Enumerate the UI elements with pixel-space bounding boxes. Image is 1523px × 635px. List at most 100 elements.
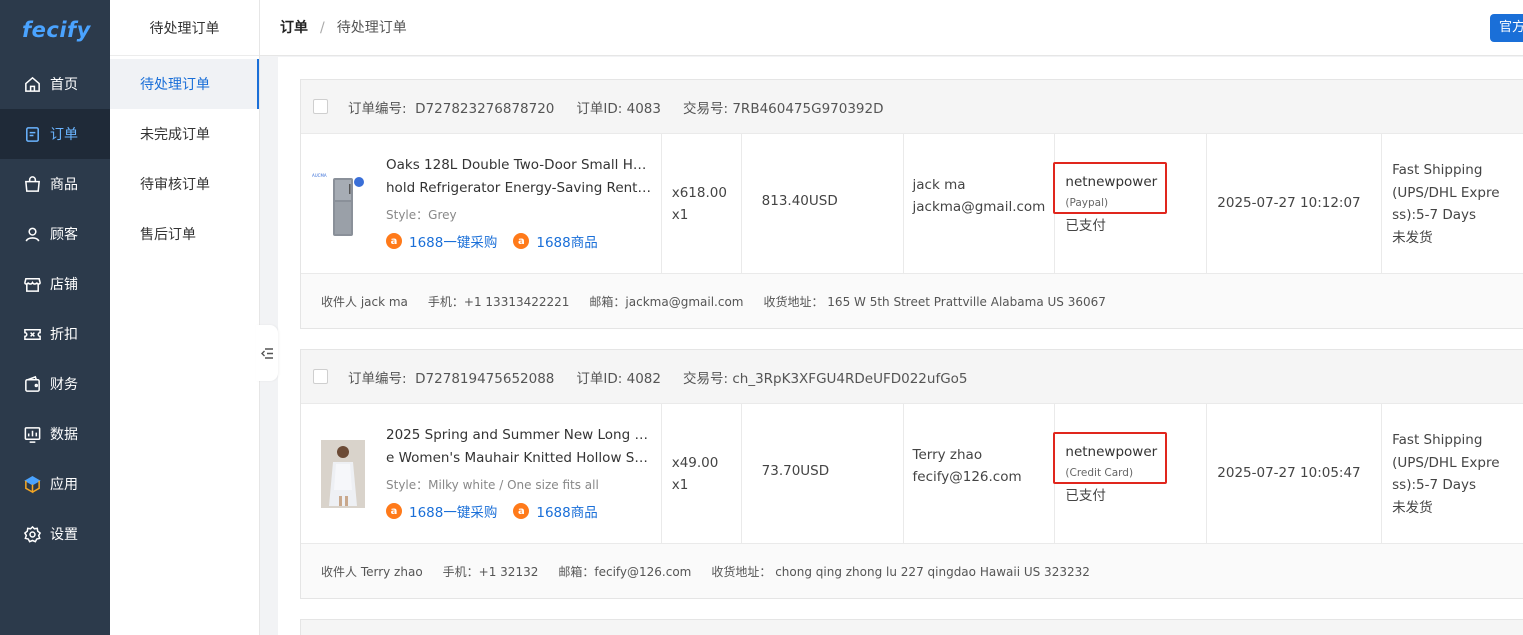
sidebar-item-label: 顾客 <box>50 227 78 243</box>
shipping-method: ss):5-7 Days <box>1392 477 1477 493</box>
submenu-title: 待处理订单 <box>110 0 259 56</box>
sidebar-item-label: 设置 <box>50 527 78 543</box>
breadcrumb-pending: 待处理订单 <box>336 20 407 36</box>
order-card: 订单编号: D727823276878720 订单ID: 4083 交易号: 7… <box>300 79 1523 329</box>
shipping-status: 未发货 <box>1392 499 1433 516</box>
sidebar-item-label: 财务 <box>50 377 78 393</box>
product-thumbnail[interactable]: AUCMA <box>311 170 366 238</box>
top-header: 订单 / 待处理订单 官方 <box>260 0 1523 56</box>
quantity: x1 <box>671 477 689 493</box>
product-thumbnail[interactable] <box>311 440 366 508</box>
product-links: a 1688一键采购 a 1688商品 <box>386 501 614 521</box>
order-number: 订单编号: D727823276878720 <box>348 100 555 117</box>
product-title[interactable]: 2025 Spring and Summer New Long Blous e W… <box>386 424 654 470</box>
sidebar-item-label: 订单 <box>50 127 78 143</box>
order-amount: 73.70USD <box>761 463 830 479</box>
submenu-item-pending[interactable]: 待处理订单 <box>110 59 259 109</box>
sidebar-item-products[interactable]: 商品 <box>0 159 110 209</box>
amount-cell: 73.70USD <box>742 404 904 543</box>
order-checkbox[interactable] <box>313 99 328 114</box>
amount-cell: 813.40USD <box>742 134 904 273</box>
payment-method: (Credit Card) <box>1065 467 1134 479</box>
sidebar-item-label: 应用 <box>50 477 78 493</box>
payment-cell: netnewpower (Credit Card) 已支付 <box>1053 404 1208 543</box>
sidebar-item-discount[interactable]: 折扣 <box>0 309 110 359</box>
sidebar-item-customers[interactable]: 顾客 <box>0 209 110 259</box>
submenu-item-review[interactable]: 待审核订单 <box>110 159 259 209</box>
order-icon <box>22 124 42 144</box>
price-qty-cell: x618.00 x1 <box>662 134 742 273</box>
goods-1688-link[interactable]: a 1688商品 <box>513 501 598 521</box>
alibaba-icon: a <box>386 503 402 519</box>
alibaba-icon: a <box>513 503 530 519</box>
shipping-cell: Fast Shipping (UPS/DHL Expre ss):5-7 Day… <box>1382 404 1523 543</box>
sidebar-item-data[interactable]: 数据 <box>0 409 110 459</box>
submenu-item-incomplete[interactable]: 未完成订单 <box>110 109 259 159</box>
product-title[interactable]: Oaks 128L Double Two-Door Small House hol… <box>386 154 654 200</box>
order-header: 订单编号: D727823276878720 订单ID: 4083 交易号: 7… <box>301 80 1523 134</box>
sidebar-item-label: 数据 <box>50 427 78 443</box>
svg-text:AUCMA: AUCMA <box>312 173 327 178</box>
receiver-name: 收件人 jack ma <box>321 294 408 309</box>
chart-icon <box>22 424 42 444</box>
sidebar-item-orders[interactable]: 订单 <box>0 109 110 159</box>
receiver-email: 邮箱：jackma@gmail.com <box>589 294 744 309</box>
sidebar-item-finance[interactable]: 财务 <box>0 359 110 409</box>
cube-icon <box>22 474 42 494</box>
customer-name: Terry zhao <box>912 447 983 463</box>
shipping-method: Fast Shipping <box>1392 432 1483 448</box>
user-icon <box>22 224 42 244</box>
payment-account: netnewpower <box>1065 174 1158 190</box>
main-sidebar: fecify 首页 订单 商品 顾客 店铺 折扣 财务 数据 应用 设置 <box>0 0 110 635</box>
sidebar-item-settings[interactable]: 设置 <box>0 509 110 559</box>
official-button[interactable]: 官方 <box>1490 14 1523 42</box>
order-number: 订单编号: D727819475652088 <box>348 370 555 387</box>
order-checkbox[interactable] <box>313 369 328 384</box>
collapse-sidebar-button[interactable] <box>256 325 278 381</box>
payment-cell: netnewpower (Paypal) 已支付 <box>1053 134 1208 273</box>
order-row: AUCMA Oaks 128L Double Two-Door Small Ho… <box>301 134 1523 274</box>
purchase-1688-link[interactable]: a 1688一键采购 <box>386 231 497 251</box>
order-id: 订单ID: 4082 <box>576 370 661 387</box>
breadcrumb: 订单 / 待处理订单 <box>280 17 407 37</box>
shipping-method: (UPS/DHL Expre <box>1392 184 1500 201</box>
order-submenu: 待处理订单 待处理订单 未完成订单 待审核订单 售后订单 <box>110 0 260 635</box>
order-list: 订单编号: D727823276878720 订单ID: 4083 交易号: 7… <box>278 57 1523 635</box>
order-id: 订单ID: 4083 <box>576 100 661 117</box>
sidebar-item-label: 商品 <box>50 177 78 193</box>
wallet-icon <box>22 374 42 394</box>
receiver-address: 收货地址： 165 W 5th Street Prattville Alabam… <box>763 294 1106 309</box>
sidebar-item-label: 店铺 <box>50 277 78 293</box>
customer-email: jackma@gmail.com <box>912 199 1046 215</box>
collapse-icon <box>260 347 273 359</box>
price-qty-cell: x49.00 x1 <box>662 404 742 543</box>
order-card <box>300 619 1523 635</box>
receiver-phone: 手机：+1 32132 <box>442 564 539 579</box>
sidebar-item-home[interactable]: 首页 <box>0 59 110 109</box>
order-time: 2025-07-27 10:05:47 <box>1217 465 1361 481</box>
customer-email: fecify@126.com <box>912 469 1022 485</box>
sidebar-item-apps[interactable]: 应用 <box>0 459 110 509</box>
shipping-status: 未发货 <box>1392 229 1433 246</box>
time-cell: 2025-07-27 10:05:47 <box>1207 404 1383 543</box>
shipping-method: ss):5-7 Days <box>1392 207 1477 223</box>
submenu-item-aftersale[interactable]: 售后订单 <box>110 209 259 259</box>
receiver-phone: 手机：+1 13313422221 <box>427 294 570 309</box>
purchase-1688-link[interactable]: a 1688一键采购 <box>386 501 497 521</box>
product-style: Style：Grey <box>386 208 457 222</box>
unit-price: x618.00 <box>671 185 727 201</box>
receiver-address: 收货地址： chong qing zhong lu 227 qingdao Ha… <box>711 564 1090 579</box>
quantity: x1 <box>671 207 689 223</box>
payment-account: netnewpower <box>1065 444 1158 460</box>
logo[interactable]: fecify <box>0 0 110 59</box>
breadcrumb-orders[interactable]: 订单 <box>280 20 308 36</box>
goods-1688-link[interactable]: a 1688商品 <box>513 231 598 251</box>
unit-price: x49.00 <box>671 455 719 471</box>
customer-cell: Terry zhao fecify@126.com <box>904 404 1056 543</box>
sidebar-item-store[interactable]: 店铺 <box>0 259 110 309</box>
customer-name: jack ma <box>912 177 966 193</box>
product-style: Style：Milky white / One size fits all <box>386 478 599 492</box>
receiver-email: 邮箱：fecify@126.com <box>558 564 692 579</box>
time-cell: 2025-07-27 10:12:07 <box>1207 134 1383 273</box>
transaction-number: 交易号: 7RB460475G970392D <box>682 100 884 117</box>
